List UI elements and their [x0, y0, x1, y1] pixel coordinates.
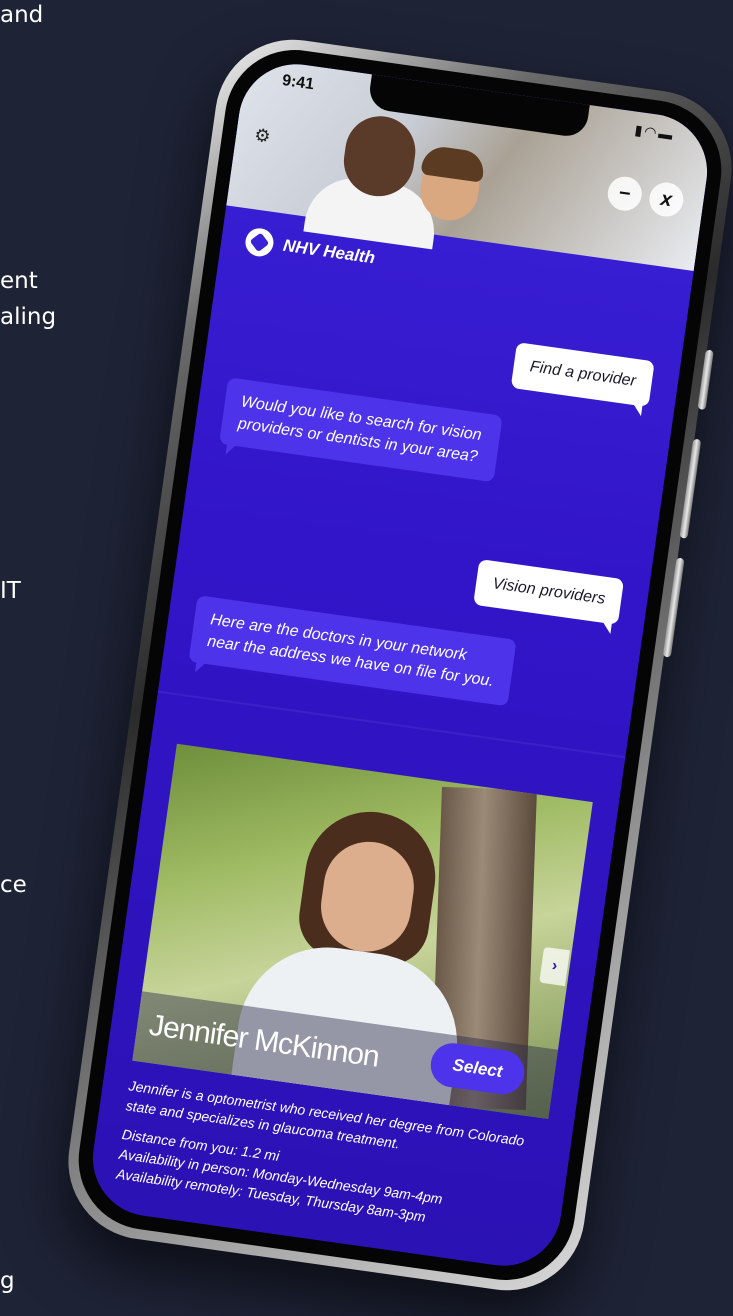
edge-text-4: IT: [0, 578, 21, 604]
phone-mockup: 9:41 ▮◠▬ ⚙ − x NHV Health Find a provide…: [58, 29, 733, 1301]
chat-message-bot: Here are the doctors in your network nea…: [188, 595, 517, 707]
next-provider-button[interactable]: ›: [539, 946, 570, 987]
provider-photo: Jennifer McKinnon Select ›: [132, 743, 593, 1120]
section-divider: [157, 690, 626, 759]
chat-message-bot: Would you like to search for vision prov…: [219, 377, 503, 483]
brand-name: NHV Health: [281, 235, 377, 268]
chat-message-user: Find a provider: [511, 342, 655, 407]
chat-message-user: Vision providers: [473, 559, 625, 625]
edge-text-5: ce: [0, 872, 27, 898]
app-screen: 9:41 ▮◠▬ ⚙ − x NHV Health Find a provide…: [85, 56, 715, 1274]
brand-logo-icon: [243, 226, 276, 259]
edge-text-1: and: [0, 2, 44, 28]
edge-text-3: aling: [0, 304, 57, 330]
edge-text-2: ent: [0, 268, 38, 294]
battery-icon: ▬: [657, 124, 676, 143]
edge-text-6: g: [0, 1268, 15, 1294]
gear-icon[interactable]: ⚙: [253, 125, 272, 148]
